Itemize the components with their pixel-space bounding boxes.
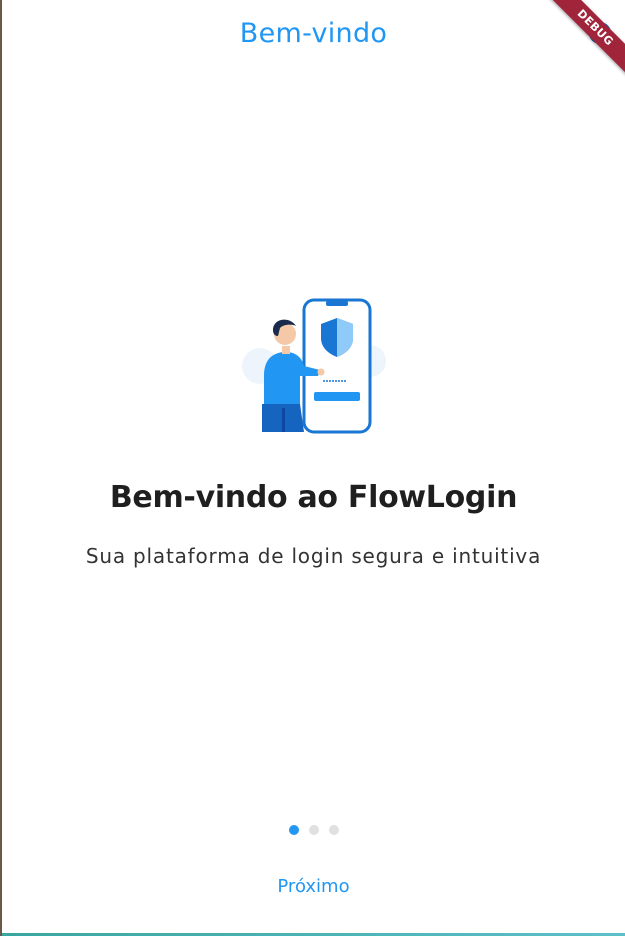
- page-dot-1[interactable]: [288, 825, 299, 835]
- onboarding-subtitle: Sua plataforma de login segura e intuiti…: [85, 544, 542, 568]
- avatar[interactable]: [589, 22, 611, 44]
- page-indicator: [2, 825, 625, 835]
- app-bar-title: Bem-vindo: [239, 17, 388, 49]
- app-bar: Bem-vindo: [2, 0, 625, 66]
- app-window: Bem-vindo DEBUG Bem-vindo ao FlowLogin S…: [0, 0, 625, 936]
- onboarding-headline: Bem-vindo ao FlowLogin: [109, 480, 518, 515]
- page-dot-3[interactable]: [328, 825, 339, 835]
- next-button[interactable]: Próximo: [263, 870, 363, 903]
- page-dot-2[interactable]: [308, 825, 319, 835]
- person-with-secure-phone-illustration: [242, 298, 386, 434]
